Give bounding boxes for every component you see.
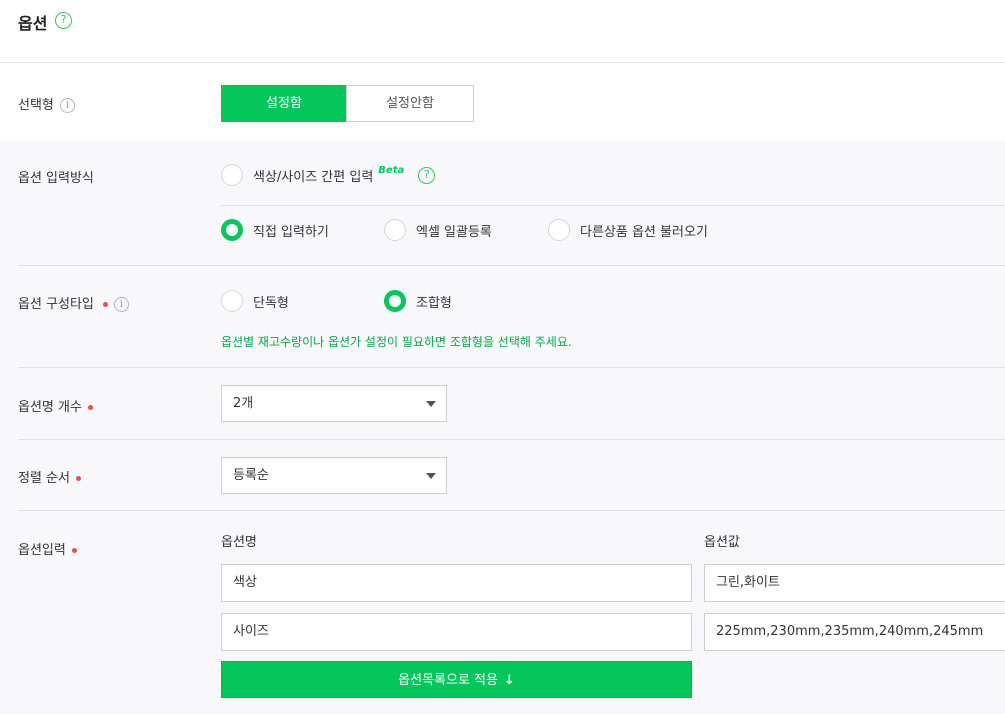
divider — [18, 367, 1005, 368]
combo-type-hint: 옵션별 재고수량이나 옵션가 설정이 필요하면 조합형을 선택해 주세요. — [221, 335, 572, 349]
option-value-input-1[interactable]: 그린,화이트 — [704, 564, 1005, 602]
input-method-label: 옵션 입력방식 — [18, 171, 94, 186]
help-icon[interactable]: ? — [55, 12, 72, 29]
radio-button[interactable] — [384, 219, 406, 241]
required-dot — [75, 476, 81, 481]
section-title: 옵션 — [18, 14, 48, 33]
sort-order-label: 정렬 순서 — [18, 467, 81, 486]
option-value-header: 옵션값 — [704, 535, 740, 550]
selection-type-label-text: 선택형 — [18, 98, 54, 113]
selection-type-row: 선택형 i 설정함 설정안함 — [0, 63, 1005, 141]
radio-direct-input-label: 직접 입력하기 — [253, 224, 329, 240]
radio-button[interactable] — [221, 164, 243, 186]
sort-order-value: 등록순 — [233, 468, 269, 483]
radio-single-type-label: 단독형 — [253, 295, 289, 311]
radio-button[interactable] — [221, 290, 243, 312]
radio-button-selected[interactable] — [384, 290, 406, 312]
option-count-value: 2개 — [233, 396, 254, 411]
option-input-label: 옵션입력 — [18, 539, 77, 558]
set-off-button[interactable]: 설정안함 — [346, 85, 474, 122]
beta-badge: Beta — [378, 164, 405, 176]
option-count-label: 옵션명 개수 — [18, 396, 93, 415]
option-name-input-1[interactable]: 색상 — [221, 564, 692, 602]
section-header: 옵션 ? — [0, 0, 1005, 63]
required-dot — [102, 302, 108, 307]
radio-direct-input[interactable]: 직접 입력하기 — [221, 219, 329, 241]
radio-combo-type-label: 조합형 — [416, 295, 452, 311]
radio-single-type[interactable]: 단독형 — [221, 290, 289, 312]
option-count-label-text: 옵션명 개수 — [18, 400, 82, 415]
info-icon[interactable]: i — [113, 297, 129, 312]
caret-down-icon — [426, 473, 436, 479]
required-dot — [71, 548, 77, 553]
config-type-label-text: 옵션 구성타입 — [18, 297, 94, 312]
radio-button-selected[interactable] — [221, 219, 243, 241]
radio-excel-upload-label: 엑셀 일괄등록 — [416, 224, 492, 240]
apply-to-option-list-button[interactable]: 옵션목록으로 적용 ↓ — [221, 661, 692, 698]
radio-combo-type[interactable]: 조합형 — [384, 290, 452, 312]
radio-button[interactable] — [548, 219, 570, 241]
divider — [18, 439, 1005, 440]
apply-button-label: 옵션목록으로 적용 — [398, 673, 498, 688]
option-name-header: 옵션명 — [221, 535, 257, 550]
option-input-label-text: 옵션입력 — [18, 543, 66, 558]
sort-order-select[interactable]: 등록순 — [221, 457, 447, 494]
set-on-button[interactable]: 설정함 — [221, 85, 347, 122]
selection-type-label: 선택형 i — [18, 94, 75, 113]
divider — [18, 265, 1005, 266]
divider — [221, 205, 1005, 206]
option-name-input-2[interactable]: 사이즈 — [221, 613, 692, 651]
divider — [18, 510, 1005, 511]
caret-down-icon — [426, 401, 436, 407]
option-count-select[interactable]: 2개 — [221, 385, 447, 422]
sort-order-label-text: 정렬 순서 — [18, 471, 70, 486]
config-type-label: 옵션 구성타입 i — [18, 293, 129, 312]
radio-import-options-label: 다른상품 옵션 불러오기 — [580, 224, 708, 240]
radio-import-options[interactable]: 다른상품 옵션 불러오기 — [548, 219, 708, 241]
info-icon[interactable]: i — [59, 98, 75, 113]
required-dot — [87, 405, 93, 410]
arrow-down-icon: ↓ — [503, 673, 515, 688]
radio-simple-input-label: 색상/사이즈 간편 입력 — [253, 169, 374, 185]
option-value-input-2[interactable]: 225mm,230mm,235mm,240mm,245mm — [704, 613, 1005, 651]
radio-excel-upload[interactable]: 엑셀 일괄등록 — [384, 219, 492, 241]
radio-simple-input[interactable]: 색상/사이즈 간편 입력 Beta ? — [221, 164, 436, 186]
help-icon[interactable]: ? — [418, 166, 436, 184]
